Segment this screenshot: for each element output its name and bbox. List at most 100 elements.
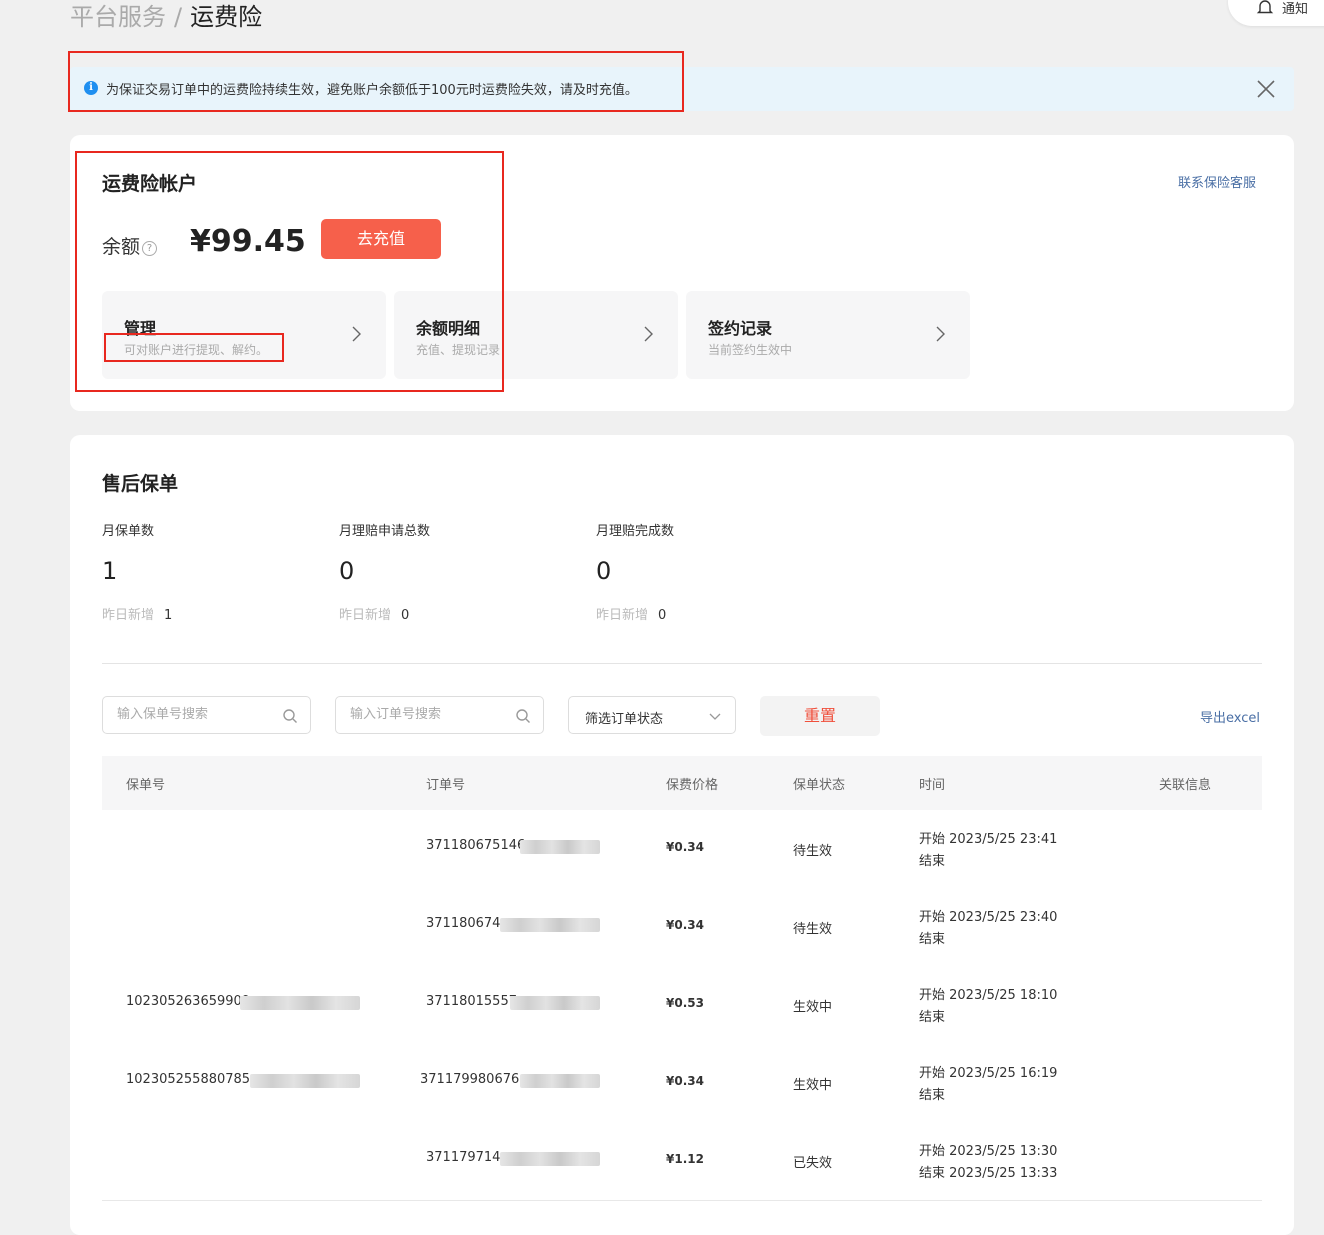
time-end: 结束 [919, 932, 946, 947]
order-number[interactable]: 371180675146 [426, 838, 525, 853]
tile-title: 余额明细 [416, 319, 481, 338]
divider [102, 663, 1262, 664]
chevron-right-icon [936, 326, 945, 342]
policy-search-input[interactable] [115, 706, 279, 723]
chevron-down-icon [709, 713, 721, 720]
info-icon: i [84, 81, 98, 95]
redacted-blur [500, 1152, 600, 1166]
policy-number[interactable]: 102305255880785 [126, 1072, 250, 1087]
recharge-button[interactable]: 去充值 [321, 219, 441, 259]
policy-status: 生效中 [793, 1000, 833, 1015]
tile-subtitle: 可对账户进行提现、解约。 [124, 343, 269, 357]
table-header: 保单号 订单号 保费价格 保单状态 时间 关联信息 [102, 756, 1262, 811]
reset-button[interactable]: 重置 [760, 696, 880, 736]
redacted-blur [520, 840, 600, 854]
table-row[interactable]: 371179714 ¥1.12 已失效 开始 2023/5/25 13:30 结… [102, 1122, 1262, 1201]
time-start: 开始 2023/5/25 23:41 [919, 832, 1058, 847]
time-start: 开始 2023/5/25 18:10 [919, 988, 1058, 1003]
breadcrumb-parent[interactable]: 平台服务 [70, 3, 166, 31]
premium-price: ¥0.34 [666, 918, 704, 932]
time-start: 开始 2023/5/25 16:19 [919, 1066, 1058, 1081]
redacted-blur [510, 996, 600, 1010]
tile-manage[interactable]: 管理 可对账户进行提现、解约。 [102, 291, 386, 379]
export-excel-link[interactable]: 导出excel [1200, 707, 1260, 726]
redacted-blur [250, 1074, 360, 1088]
breadcrumb-current: 运费险 [190, 3, 263, 31]
order-number[interactable]: 371179714 [426, 1150, 500, 1165]
contact-support-link[interactable]: 联系保险客服 [1178, 172, 1256, 191]
balance-amount: ¥99.45 [190, 224, 306, 259]
table-row[interactable]: 371180675146 ¥0.34 待生效 开始 2023/5/25 23:4… [102, 810, 1262, 889]
time-end: 结束 [919, 854, 946, 869]
premium-price: ¥0.34 [666, 840, 704, 854]
table-row[interactable]: 102305263659909 37118015557 ¥0.53 生效中 开始… [102, 966, 1262, 1045]
notification-label: 通知 [1282, 2, 1309, 17]
status-select-value: 筛选订单状态 [585, 712, 664, 727]
alert-banner: i 为保证交易订单中的运费险持续生效，避免账户余额低于100元时运费险失效，请及… [70, 67, 1294, 111]
policy-status: 待生效 [793, 844, 833, 859]
chevron-right-icon [644, 326, 653, 342]
stat-value: 0 [596, 557, 612, 585]
stat-sub-value: 0 [658, 608, 667, 623]
stat-value: 1 [102, 557, 118, 585]
tile-balance-detail[interactable]: 余额明细 充值、提现记录 [394, 291, 678, 379]
tile-title: 管理 [124, 319, 157, 338]
stat-sub-label: 昨日新增 [596, 608, 649, 623]
time-end: 结束 [919, 1010, 946, 1025]
bell-icon [1256, 0, 1274, 14]
redacted-blur [500, 918, 600, 932]
order-number[interactable]: 37118015557 [426, 994, 517, 1009]
premium-price: ¥1.12 [666, 1152, 704, 1166]
premium-price: ¥0.53 [666, 996, 704, 1010]
breadcrumb-separator: / [174, 3, 183, 31]
stat-sub: 昨日新增 1 [102, 604, 172, 623]
order-search-input[interactable] [348, 706, 512, 723]
notification-button[interactable]: 通知 [1228, 0, 1324, 26]
search-icon [516, 709, 530, 723]
time-start: 开始 2023/5/25 23:40 [919, 910, 1058, 925]
stat-sub-value: 0 [401, 608, 410, 623]
table-row[interactable]: 102305255880785 371179980676 ¥0.34 生效中 开… [102, 1044, 1262, 1123]
order-search-field[interactable] [335, 696, 544, 734]
column-header: 保单状态 [793, 778, 846, 793]
column-header: 保费价格 [666, 778, 719, 793]
redacted-blur [240, 996, 360, 1010]
help-icon[interactable]: ? [142, 241, 158, 256]
policy-number[interactable]: 102305263659909 [126, 994, 250, 1009]
time-end: 结束 2023/5/25 13:33 [919, 1166, 1058, 1181]
policy-status: 待生效 [793, 922, 833, 937]
stat-sub-label: 昨日新增 [339, 608, 392, 623]
column-header: 关联信息 [1159, 778, 1212, 793]
balance-label: 余额 [102, 236, 141, 258]
tile-sign-records[interactable]: 签约记录 当前签约生效中 [686, 291, 970, 379]
redacted-blur [520, 1074, 600, 1088]
balance-label-group: 余额? [102, 232, 158, 259]
alert-text: 为保证交易订单中的运费险持续生效，避免账户余额低于100元时运费险失效，请及时充… [106, 83, 638, 98]
chevron-right-icon [352, 326, 361, 342]
breadcrumb: 平台服务 / 运费险 [70, 0, 262, 34]
search-icon [283, 709, 297, 723]
stat-sub-label: 昨日新增 [102, 608, 155, 623]
stat-label: 月理赔申请总数 [339, 524, 431, 539]
order-number[interactable]: 371179980676 [420, 1072, 519, 1087]
stat-sub: 昨日新增 0 [596, 604, 666, 623]
status-select[interactable]: 筛选订单状态 [568, 696, 736, 734]
close-icon[interactable] [1256, 79, 1276, 99]
account-title: 运费险帐户 [102, 173, 198, 195]
stat-label: 月理赔完成数 [596, 524, 675, 539]
policy-status: 已失效 [793, 1156, 833, 1171]
premium-price: ¥0.34 [666, 1074, 704, 1088]
time-end: 结束 [919, 1088, 946, 1103]
tile-subtitle: 当前签约生效中 [708, 343, 793, 357]
column-header: 订单号 [426, 778, 466, 793]
policy-status: 生效中 [793, 1078, 833, 1093]
tile-title: 签约记录 [708, 319, 773, 338]
stat-sub-value: 1 [164, 608, 173, 623]
stat-label: 月保单数 [102, 524, 155, 539]
column-header: 保单号 [126, 778, 166, 793]
stat-sub: 昨日新增 0 [339, 604, 409, 623]
table-row[interactable]: 371180674 ¥0.34 待生效 开始 2023/5/25 23:40 结… [102, 888, 1262, 967]
column-header: 时间 [919, 778, 946, 793]
order-number[interactable]: 371180674 [426, 916, 500, 931]
policy-search-field[interactable] [102, 696, 311, 734]
